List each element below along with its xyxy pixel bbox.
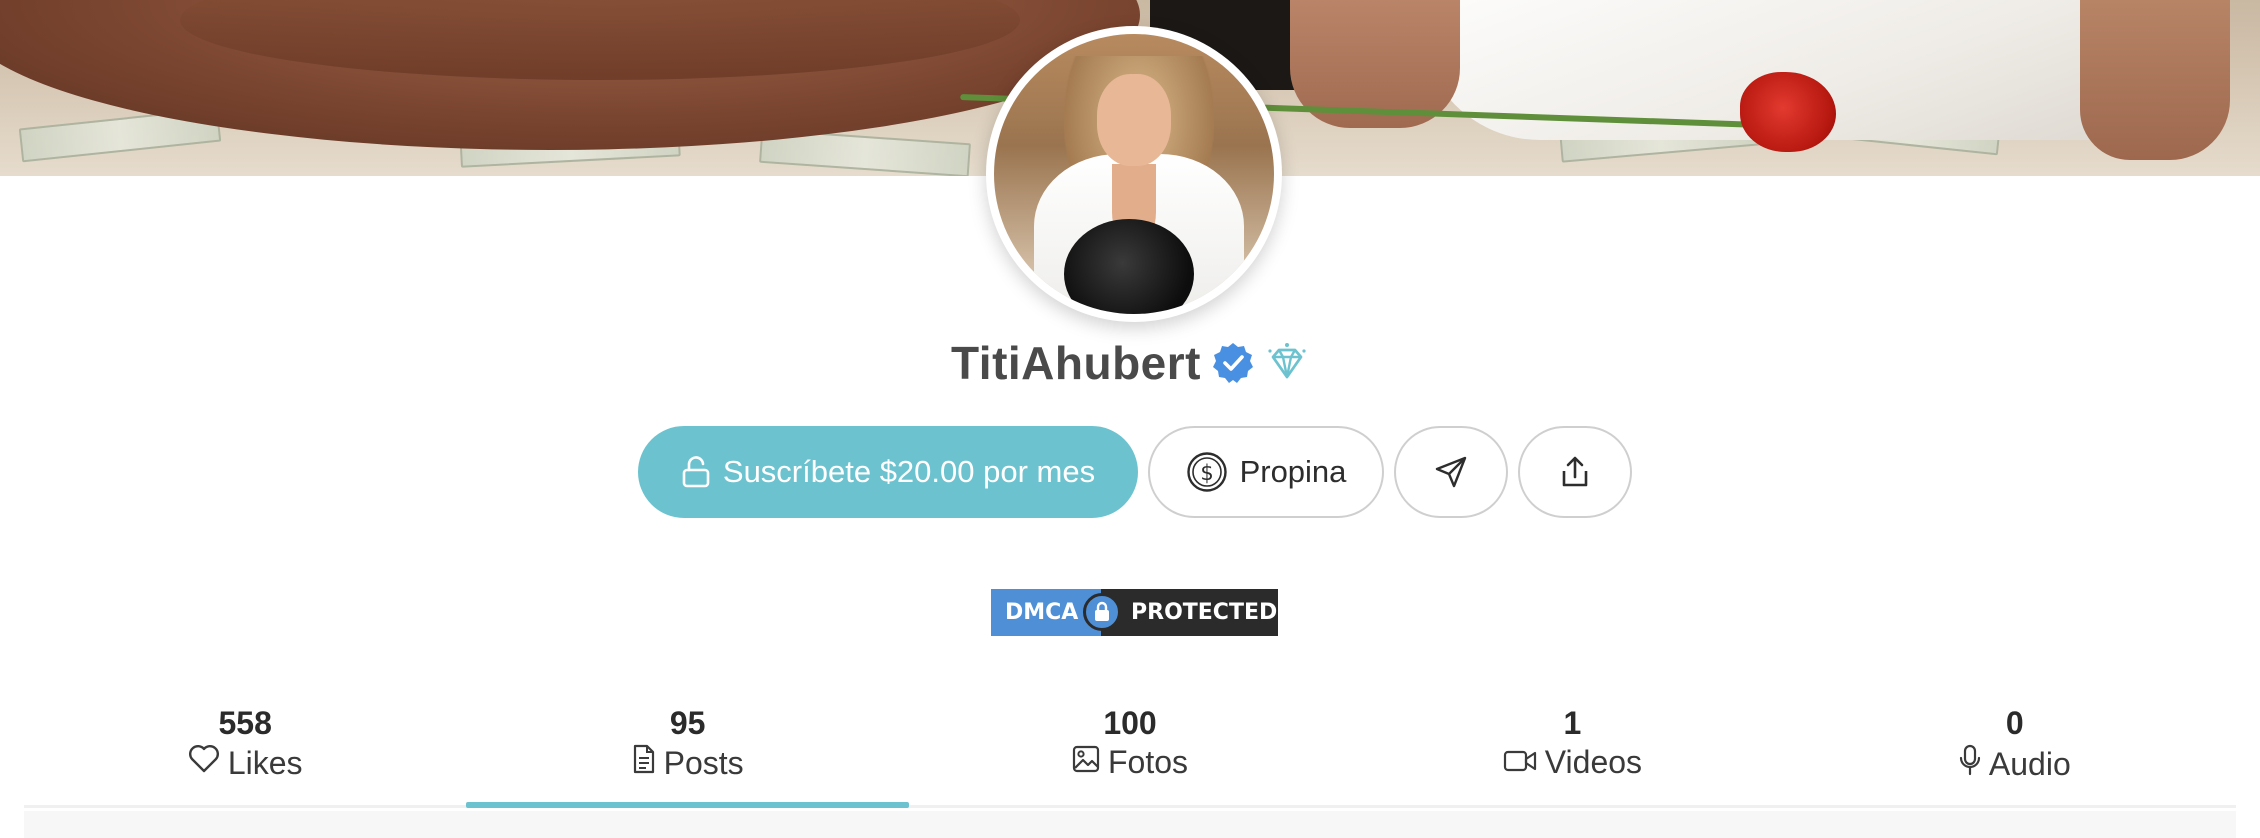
video-icon <box>1503 744 1537 781</box>
verified-check-icon <box>1211 341 1255 385</box>
unlock-icon <box>681 456 711 488</box>
tip-label: Propina <box>1239 454 1347 489</box>
photos-label: Fotos <box>1108 744 1189 780</box>
profile-header: TitiAhubert <box>0 328 2260 398</box>
likes-label: Likes <box>227 744 303 781</box>
tab-likes[interactable]: 558 Likes <box>24 690 466 805</box>
dmca-text: DMCA <box>1005 600 1079 625</box>
document-icon <box>632 744 656 782</box>
tip-button[interactable]: $ Propina <box>1148 426 1384 518</box>
image-icon <box>1072 744 1100 781</box>
send-icon <box>1434 455 1468 489</box>
message-button[interactable] <box>1394 426 1508 518</box>
tab-posts[interactable]: 95 Posts <box>466 690 910 808</box>
audio-label: Audio <box>1988 745 2071 782</box>
tab-videos[interactable]: 1 Videos <box>1351 690 1793 805</box>
videos-label: Videos <box>1544 744 1643 780</box>
videos-count: 1 <box>1563 705 1582 741</box>
audio-count: 0 <box>2005 705 2024 741</box>
dmca-protected-badge[interactable]: DMCA PROTECTED <box>991 589 1278 636</box>
diamond-icon <box>1265 341 1309 385</box>
share-button[interactable] <box>1518 426 1632 518</box>
subscribe-label: Suscríbete $20.00 por mes <box>722 454 1096 489</box>
lock-icon <box>1083 593 1121 631</box>
subscribe-button[interactable]: Suscríbete $20.00 por mes <box>638 426 1138 518</box>
content-area-top <box>24 811 2236 838</box>
tab-audio[interactable]: 0 Audio <box>1794 690 2236 805</box>
avatar[interactable] <box>986 26 1282 322</box>
posts-count: 95 <box>669 705 706 741</box>
profile-stats-tabs: 558 Likes 95 Posts 100 Fotos 1 Videos 0 … <box>24 690 2236 808</box>
posts-label: Posts <box>663 744 744 781</box>
likes-count: 558 <box>218 705 272 741</box>
dollar-coin-icon: $ <box>1186 451 1228 493</box>
protected-text: PROTECTED <box>1131 600 1278 625</box>
username: TitiAhubert <box>951 337 1201 389</box>
share-icon <box>1560 455 1590 489</box>
tab-photos[interactable]: 100 Fotos <box>909 690 1351 805</box>
heart-icon <box>188 744 220 782</box>
svg-text:$: $ <box>1200 461 1213 485</box>
photos-count: 100 <box>1103 705 1157 741</box>
microphone-icon <box>1959 744 1981 784</box>
profile-actions: Suscríbete $20.00 por mes $ Propina <box>638 426 1632 518</box>
